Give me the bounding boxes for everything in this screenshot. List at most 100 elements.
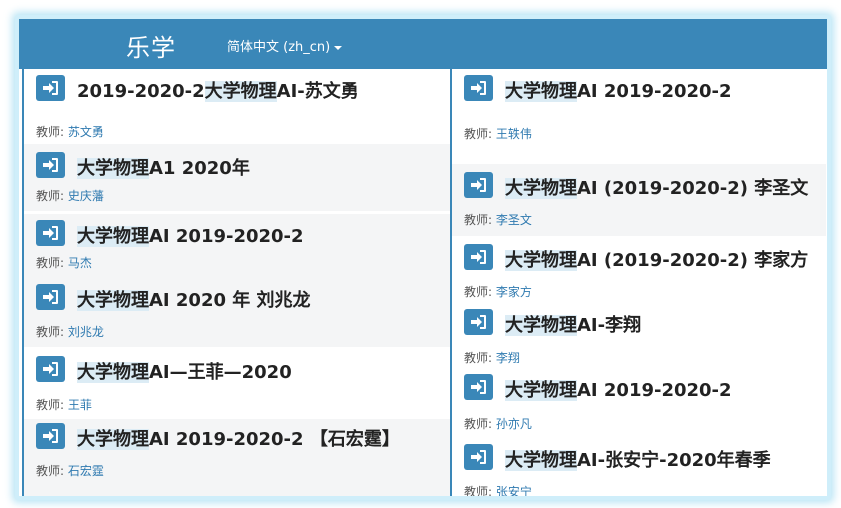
course-title-rest: A1 2020年 — [149, 158, 250, 179]
sign-in-icon — [43, 290, 58, 304]
teacher-name-link[interactable]: 史庆藩 — [68, 189, 104, 203]
caret-down-icon — [334, 45, 343, 50]
course-title-highlight: 大学物理 — [505, 178, 577, 199]
course-title-highlight: 大学物理 — [505, 315, 577, 336]
course-title-link[interactable]: 大学物理A1 2020年 — [77, 154, 250, 180]
sign-in-icon — [471, 250, 486, 264]
teacher-name-link[interactable]: 石宏霆 — [68, 464, 104, 478]
teacher-label: 教师: — [464, 485, 493, 499]
sign-in-icon — [43, 362, 58, 376]
course-title-link[interactable]: 大学物理AI (2019-2020-2) 李家方 — [505, 246, 808, 272]
course-card: 大学物理AI 2019-2020-2 教师: 马杰 — [24, 214, 451, 279]
course-card: 大学物理AⅠ 2020 年 刘兆龙 教师: 刘兆龙 — [24, 279, 451, 347]
teacher-name-link[interactable]: 王轶伟 — [496, 127, 532, 141]
sign-in-icon — [471, 450, 486, 464]
course-title-rest: AI—王菲—2020 — [149, 362, 292, 383]
enter-course-button[interactable] — [36, 423, 65, 449]
enter-course-button[interactable] — [464, 75, 493, 101]
teacher-label: 教师: — [36, 398, 65, 412]
course-title-rest: AI 2019-2020-2 — [577, 380, 732, 401]
course-card: 大学物理AⅠ 2019-2020-2 【石宏霆】 教师: 石宏霆 — [24, 419, 451, 496]
course-title-link[interactable]: 大学物理AI 2019-2020-2 — [505, 376, 732, 402]
course-title-link[interactable]: 大学物理AⅠ 2020 年 刘兆龙 — [77, 286, 311, 312]
course-column-right: 大学物理AI 2019-2020-2 教师: 王轶伟 大学物理AI (2019-… — [450, 69, 826, 496]
course-title-highlight: 大学物理 — [77, 429, 149, 450]
course-title-link[interactable]: 大学物理AI 2019-2020-2 — [77, 222, 304, 248]
enter-course-button[interactable] — [464, 444, 493, 470]
enter-course-button[interactable] — [36, 152, 65, 178]
language-dropdown[interactable]: 简体中文 (zh_cn) — [227, 36, 343, 55]
course-title-link[interactable]: 大学物理AI—王菲—2020 — [77, 358, 292, 384]
course-card: 大学物理AI (2019-2020-2) 李家方 教师: 李家方 — [452, 239, 826, 307]
sign-in-icon — [471, 315, 486, 329]
enter-course-button[interactable] — [464, 172, 493, 198]
course-title-rest: AI-苏文勇 — [276, 81, 359, 102]
teacher-name-link[interactable]: 李圣文 — [496, 213, 532, 227]
teacher-name-link[interactable]: 孙亦凡 — [496, 417, 532, 431]
course-title-link[interactable]: 2019-2020-2大学物理AI-苏文勇 — [77, 77, 359, 103]
teacher-label: 教师: — [464, 213, 493, 227]
course-title-rest: AI (2019-2020-2) 李家方 — [577, 250, 809, 271]
enter-course-button[interactable] — [464, 309, 493, 335]
course-title-rest: AI 2019-2020-2 — [577, 81, 732, 102]
course-card: 大学物理AI 2019-2020-2 教师: 孙亦凡 — [452, 371, 826, 439]
teacher-label: 教师: — [36, 464, 65, 478]
course-title-link[interactable]: 大学物理AI 2019-2020-2 — [505, 77, 732, 103]
course-card: 大学物理AⅠ-李翔 教师: 李翔 — [452, 305, 826, 371]
sign-in-icon — [471, 380, 486, 394]
teacher-line: 教师: 苏文勇 — [36, 123, 104, 140]
course-title-highlight: 大学物理 — [77, 290, 149, 311]
teacher-name-link[interactable]: 苏文勇 — [68, 125, 104, 139]
teacher-label: 教师: — [36, 256, 65, 270]
teacher-name-link[interactable]: 王菲 — [68, 398, 92, 412]
sign-in-icon — [43, 429, 58, 443]
course-title-rest: AⅠ-李翔 — [577, 315, 642, 336]
course-title-rest: AⅠ 2020 年 刘兆龙 — [149, 290, 311, 311]
teacher-label: 教师: — [464, 127, 493, 141]
teacher-name-link[interactable]: 李家方 — [496, 285, 532, 299]
teacher-line: 教师: 张安宁 — [464, 483, 532, 499]
teacher-name-link[interactable]: 张安宁 — [496, 485, 532, 496]
course-title-rest: AⅠ 2019-2020-2 【石宏霆】 — [149, 429, 400, 450]
sign-in-icon — [43, 81, 58, 95]
teacher-name-link[interactable]: 李翔 — [496, 351, 520, 365]
enter-course-button[interactable] — [36, 220, 65, 246]
enter-course-button[interactable] — [36, 356, 65, 382]
teacher-line: 教师: 王菲 — [36, 396, 92, 413]
teacher-name-link[interactable]: 刘兆龙 — [68, 325, 104, 339]
teacher-label: 教师: — [36, 325, 65, 339]
enter-course-button[interactable] — [36, 75, 65, 101]
course-card: 2019-2020-2大学物理AI-苏文勇 教师: 苏文勇 — [24, 75, 451, 151]
language-label: 简体中文 (zh_cn) — [227, 40, 331, 55]
course-card: 大学物理AI 2019-2020-2 教师: 王轶伟 — [452, 75, 826, 155]
course-column-left: 2019-2020-2大学物理AI-苏文勇 教师: 苏文勇 大学物理A1 202… — [22, 69, 452, 496]
brand-logo-text[interactable]: 乐学 — [126, 28, 176, 63]
enter-course-button[interactable] — [464, 244, 493, 270]
course-title-link[interactable]: 大学物理AI (2019-2020-2) 李圣文 — [505, 174, 808, 200]
course-title-prefix: 2019-2020-2 — [77, 81, 205, 102]
teacher-label: 教师: — [464, 417, 493, 431]
course-title-rest: AI (2019-2020-2) 李圣文 — [577, 178, 809, 199]
course-title-highlight: 大学物理 — [505, 450, 577, 471]
teacher-name-link[interactable]: 马杰 — [68, 256, 92, 270]
course-title-link[interactable]: 大学物理AⅠ 2019-2020-2 【石宏霆】 — [77, 425, 400, 451]
sign-in-icon — [43, 226, 58, 240]
sign-in-icon — [43, 158, 58, 172]
sign-in-icon — [471, 178, 486, 192]
course-title-highlight: 大学物理 — [77, 158, 149, 179]
teacher-line: 教师: 李翔 — [464, 349, 520, 366]
course-title-highlight: 大学物理 — [505, 380, 577, 401]
teacher-label: 教师: — [36, 125, 65, 139]
enter-course-button[interactable] — [36, 284, 65, 310]
course-title-highlight: 大学物理 — [505, 250, 577, 271]
top-navbar: 乐学 简体中文 (zh_cn) — [19, 19, 827, 69]
teacher-label: 教师: — [36, 189, 65, 203]
course-title-link[interactable]: 大学物理AⅠ-李翔 — [505, 311, 641, 337]
course-title-rest: AI-张安宁-2020年春季 — [577, 450, 771, 471]
teacher-label: 教师: — [464, 351, 493, 365]
teacher-line: 教师: 石宏霆 — [36, 462, 104, 479]
course-title-link[interactable]: 大学物理AI-张安宁-2020年春季 — [505, 446, 771, 472]
course-title-highlight: 大学物理 — [505, 81, 577, 102]
course-title-rest: AI 2019-2020-2 — [149, 226, 304, 247]
enter-course-button[interactable] — [464, 374, 493, 400]
